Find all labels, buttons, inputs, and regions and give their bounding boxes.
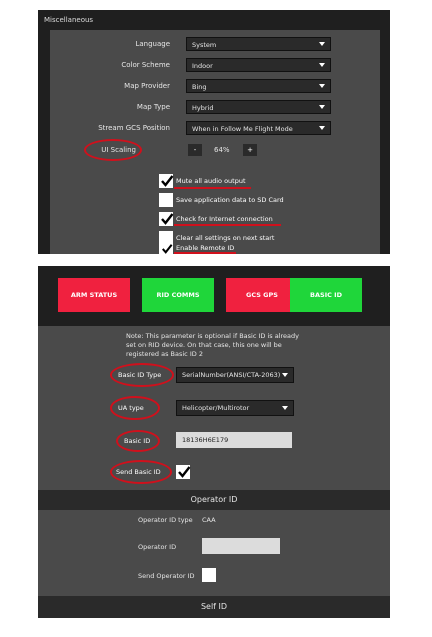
enable-remote-id-checkbox[interactable]: [159, 243, 173, 254]
miscellaneous-panel: Miscellaneous Language System Color Sche…: [38, 10, 390, 254]
red-underline: [174, 187, 251, 189]
color-scheme-value: Indoor: [192, 62, 213, 70]
chevron-down-icon: [282, 406, 288, 410]
map-type-dropdown[interactable]: Hybrid: [186, 100, 331, 114]
basic-id-note: Note: This parameter is optional if Basi…: [126, 332, 299, 359]
chevron-down-icon: [319, 126, 325, 130]
basic-id-body: Note: This parameter is optional if Basi…: [38, 326, 390, 496]
map-provider-label: Map Provider: [124, 82, 170, 90]
map-type-value: Hybrid: [192, 104, 214, 112]
check-internet-checkbox[interactable]: [159, 212, 174, 226]
operator-id-input[interactable]: [202, 538, 280, 554]
send-basic-id-label: Send Basic ID: [116, 468, 161, 476]
color-scheme-label: Color Scheme: [121, 61, 170, 69]
map-provider-value: Bing: [192, 83, 207, 91]
save-to-sd-checkbox[interactable]: [159, 193, 173, 207]
basic-id-indicator: BASIC ID: [290, 278, 362, 312]
operator-id-header: Operator ID: [38, 490, 390, 510]
clear-settings-label: Clear all settings on next start: [176, 234, 275, 242]
basic-id-input[interactable]: 18136H6E179: [176, 432, 292, 448]
mute-audio-label: Mute all audio output: [176, 177, 246, 185]
red-underline: [174, 252, 236, 254]
chevron-down-icon: [282, 373, 288, 377]
red-underline: [174, 224, 281, 226]
send-operator-id-label: Send Operator ID: [138, 572, 195, 580]
basic-id-label: Basic ID: [124, 437, 151, 445]
language-label: Language: [135, 40, 170, 48]
note-line: registered as Basic ID 2: [126, 350, 203, 358]
section-title: Miscellaneous: [44, 16, 94, 24]
operator-id-body: Operator ID type CAA Operator ID Send Op…: [38, 510, 390, 596]
mute-audio-checkbox[interactable]: [159, 174, 174, 188]
checkmark-icon: [178, 466, 191, 478]
map-type-label: Map Type: [136, 103, 170, 111]
enable-remote-id-label: Enable Remote ID: [176, 244, 235, 252]
send-operator-id-checkbox[interactable]: [202, 568, 216, 582]
operator-id-label: Operator ID: [138, 543, 177, 551]
ui-scaling-decrease-button[interactable]: -: [188, 144, 202, 156]
gcs-gps-indicator: GCS GPS: [226, 278, 298, 312]
note-line: Note: This parameter is optional if Basi…: [126, 332, 299, 340]
checkmark-icon: [162, 244, 173, 254]
ui-scaling-label: UI Scaling: [101, 146, 136, 154]
operator-id-type-value: CAA: [202, 516, 216, 524]
note-line: set on RID device. On that case, this on…: [126, 341, 282, 349]
color-scheme-dropdown[interactable]: Indoor: [186, 58, 331, 72]
save-to-sd-label: Save application data to SD Card: [176, 196, 284, 204]
language-dropdown[interactable]: System: [186, 37, 331, 51]
checkmark-icon: [161, 213, 174, 225]
send-basic-id-checkbox[interactable]: [176, 465, 191, 479]
remote-id-panel: ARM STATUS RID COMMS GCS GPS BASIC ID No…: [38, 266, 390, 618]
settings-body: Language System Color Scheme Indoor Map …: [50, 30, 380, 254]
map-provider-dropdown[interactable]: Bing: [186, 79, 331, 93]
basic-id-type-dropdown[interactable]: SerialNumber(ANSI/CTA-2063): [176, 367, 294, 383]
arm-status-indicator: ARM STATUS: [58, 278, 130, 312]
basic-id-type-value: SerialNumber(ANSI/CTA-2063): [182, 371, 281, 379]
chevron-down-icon: [319, 84, 325, 88]
ui-scaling-increase-button[interactable]: +: [243, 144, 257, 156]
ua-type-value: Helicopter/Multirotor: [182, 404, 250, 412]
language-value: System: [192, 41, 217, 49]
check-internet-label: Check for Internet connection: [176, 215, 273, 223]
ua-type-dropdown[interactable]: Helicopter/Multirotor: [176, 400, 294, 416]
basic-id-type-label: Basic ID Type: [118, 371, 162, 379]
operator-id-type-label: Operator ID type: [138, 516, 193, 524]
chevron-down-icon: [319, 63, 325, 67]
stream-gcs-position-value: When in Follow Me Flight Mode: [192, 125, 293, 133]
rid-comms-indicator: RID COMMS: [142, 278, 214, 312]
stream-gcs-position-dropdown[interactable]: When in Follow Me Flight Mode: [186, 121, 331, 135]
self-id-header: Self ID: [38, 596, 390, 618]
chevron-down-icon: [319, 105, 325, 109]
checkmark-icon: [161, 175, 174, 187]
chevron-down-icon: [319, 42, 325, 46]
ua-type-label: UA type: [118, 404, 144, 412]
ui-scaling-value: 64%: [214, 146, 230, 154]
stream-gcs-position-label: Stream GCS Position: [98, 124, 170, 132]
